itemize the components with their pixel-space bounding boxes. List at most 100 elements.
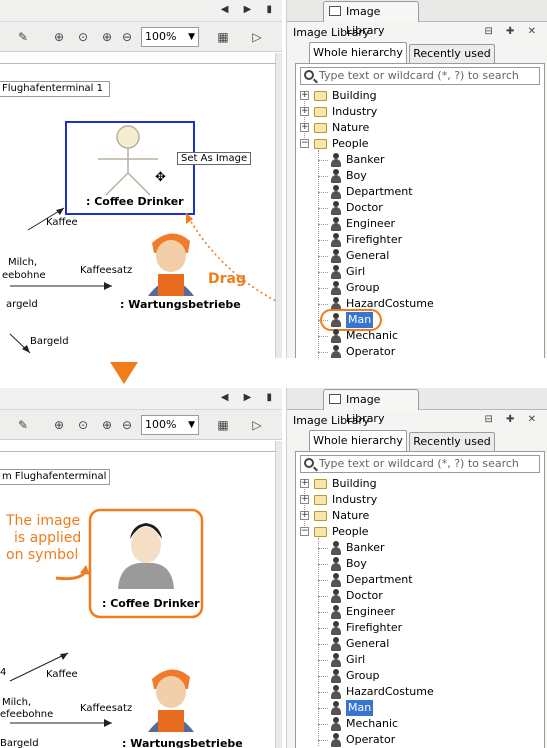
person-icon — [330, 621, 342, 635]
tree-item-group[interactable]: Group — [318, 668, 538, 684]
image-icon — [329, 6, 341, 16]
annotation-line-3: on symbol — [6, 547, 79, 563]
zoom-in-icon[interactable]: ⊕ — [52, 30, 66, 44]
zoom-plus-icon[interactable]: ⊕ — [100, 30, 114, 44]
zoom-select[interactable]: 100% ▼ — [141, 415, 199, 435]
tab-whole-hierarchy[interactable]: Whole hierarchy — [309, 42, 407, 63]
expand-icon[interactable]: + — [300, 91, 309, 100]
tree-folder-people[interactable]: − People — [300, 524, 540, 540]
tree-item-hazardcostume[interactable]: HazardCostume — [318, 684, 538, 700]
expand-icon[interactable]: + — [300, 479, 309, 488]
run-icon[interactable]: ▷ — [250, 418, 264, 432]
tab-navigation-icons[interactable]: ◀ ▶ ▮ — [221, 392, 278, 403]
tree-item-department[interactable]: Department — [318, 572, 538, 588]
tree-item-label: Firefighter — [346, 621, 403, 634]
edge-label-kaffee: Kaffee — [46, 217, 78, 228]
expand-icon[interactable]: + — [300, 511, 309, 520]
diagram-toolbar: ✎ ⊕ ⊙ ⊕ ⊖ 100% ▼ ▦ ▷ — [0, 22, 282, 52]
image-library-tab[interactable]: Image Library — [323, 1, 419, 37]
tab-recently-used[interactable]: Recently used — [409, 44, 495, 63]
tree-item-boy[interactable]: Boy — [318, 168, 538, 184]
tab-whole-hierarchy[interactable]: Whole hierarchy — [309, 430, 407, 451]
person-icon — [330, 605, 342, 619]
layout-icon[interactable]: ▦ — [216, 30, 230, 44]
tree-item-general[interactable]: General — [318, 636, 538, 652]
expand-icon[interactable]: + — [300, 107, 309, 116]
collapse-icon[interactable]: − — [300, 527, 309, 536]
tree-item-general[interactable]: General — [318, 248, 538, 264]
search-input[interactable]: Type text or wildcard (*, ?) to search — [300, 455, 540, 473]
collapse-icon[interactable]: − — [300, 139, 309, 148]
tree-item-banker[interactable]: Banker — [318, 152, 538, 168]
tab-navigation-icons[interactable]: ◀ ▶ ▮ — [221, 4, 278, 15]
tree-item-firefighter[interactable]: Firefighter — [318, 620, 538, 636]
tree-item-mechanic[interactable]: Mechanic — [318, 716, 538, 732]
tree-folder-industry[interactable]: + Industry — [300, 104, 540, 120]
edge-label-bohne: eebohne — [2, 270, 46, 281]
tree-item-label: Group — [346, 669, 380, 682]
zoom-minus-icon[interactable]: ⊖ — [120, 418, 134, 432]
actor-head — [116, 125, 140, 149]
person-icon — [330, 701, 342, 715]
tree-item-label: Firefighter — [346, 233, 403, 246]
tree-folder-industry[interactable]: + Industry — [300, 492, 540, 508]
zoom-select[interactable]: 100% ▼ — [141, 27, 199, 47]
tree-item-firefighter[interactable]: Firefighter — [318, 232, 538, 248]
tree-folder-building[interactable]: + Building — [300, 88, 540, 104]
pen-icon[interactable]: ✎ — [16, 418, 30, 432]
tree-item-label: Girl — [346, 265, 366, 278]
tree-item-mechanic[interactable]: Mechanic — [318, 328, 538, 344]
person-icon — [330, 185, 342, 199]
tree-item-department[interactable]: Department — [318, 184, 538, 200]
image-library-tab[interactable]: Image Library — [323, 389, 419, 425]
person-icon — [330, 345, 342, 359]
tree-item-operator[interactable]: Operator — [318, 732, 538, 748]
tree-item-girl[interactable]: Girl — [318, 652, 538, 668]
edge-label-bargeld-1: Bargeld — [0, 738, 39, 748]
worker-figure — [148, 233, 194, 296]
zoom-fit-icon[interactable]: ⊙ — [76, 418, 90, 432]
edge-label-kaffee: Kaffee — [46, 669, 78, 680]
tree-folder-people[interactable]: − People — [300, 136, 540, 152]
tree-item-man[interactable]: Man — [318, 700, 538, 716]
library-view-tabs: Whole hierarchy Recently used — [295, 42, 545, 64]
zoom-in-icon[interactable]: ⊕ — [52, 418, 66, 432]
expand-icon[interactable]: + — [300, 495, 309, 504]
search-input[interactable]: Type text or wildcard (*, ?) to search — [300, 67, 540, 85]
vertical-scrollbar[interactable] — [276, 53, 282, 360]
tree-item-engineer[interactable]: Engineer — [318, 604, 538, 620]
panel-controls-icons[interactable]: ⊟ ✚ ✕ — [485, 414, 542, 425]
diagram-canvas[interactable]: Flughafenterminal 1 ✥ Set As Image: Cof… — [0, 53, 276, 360]
zoom-plus-icon[interactable]: ⊕ — [100, 418, 114, 432]
search-icon — [304, 458, 314, 468]
edge-label-kaffeesatz: Kaffeesatz — [80, 703, 133, 714]
tree-item-doctor[interactable]: Doctor — [318, 200, 538, 216]
vertical-scrollbar[interactable] — [276, 441, 282, 748]
pen-icon[interactable]: ✎ — [16, 30, 30, 44]
tab-recently-used[interactable]: Recently used — [409, 432, 495, 451]
zoom-fit-icon[interactable]: ⊙ — [76, 30, 90, 44]
tree-item-group[interactable]: Group — [318, 280, 538, 296]
run-icon[interactable]: ▷ — [250, 30, 264, 44]
folder-icon — [314, 511, 327, 521]
person-icon — [330, 573, 342, 587]
person-icon — [330, 329, 342, 343]
tree-folder-nature[interactable]: + Nature — [300, 508, 540, 524]
tree-item-boy[interactable]: Boy — [318, 556, 538, 572]
zoom-minus-icon[interactable]: ⊖ — [120, 30, 134, 44]
expand-icon[interactable]: + — [300, 123, 309, 132]
annotation-line-2: is applied — [14, 530, 82, 546]
person-icon — [330, 637, 342, 651]
tree-folder-nature[interactable]: + Nature — [300, 120, 540, 136]
tree-item-engineer[interactable]: Engineer — [318, 216, 538, 232]
tree-item-banker[interactable]: Banker — [318, 540, 538, 556]
tree-folder-building[interactable]: + Building — [300, 476, 540, 492]
layout-icon[interactable]: ▦ — [216, 418, 230, 432]
person-icon — [330, 201, 342, 215]
panel-controls-icons[interactable]: ⊟ ✚ ✕ — [485, 26, 542, 37]
library-view-tabs: Whole hierarchy Recently used — [295, 430, 545, 452]
tree-item-doctor[interactable]: Doctor — [318, 588, 538, 604]
tree-item-girl[interactable]: Girl — [318, 264, 538, 280]
drag-label: Drag — [208, 271, 246, 287]
diagram-canvas[interactable]: m Flughafenterminal 1 The image is appli… — [0, 441, 276, 748]
